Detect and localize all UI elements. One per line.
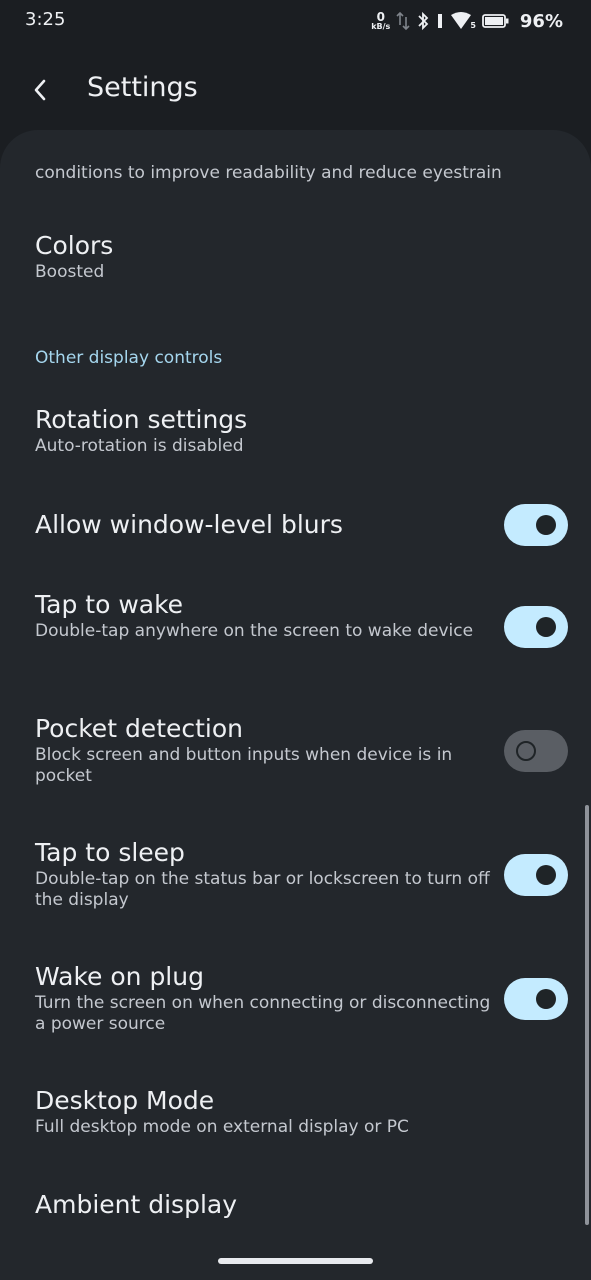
colors-item[interactable]: Colors Boosted (35, 230, 505, 283)
settings-list[interactable]: conditions to improve readability and re… (0, 130, 591, 1280)
toggle-thumb (536, 989, 556, 1009)
pocket-detection-title: Pocket detection (35, 714, 244, 743)
pocket-detection-item[interactable]: Pocket detection Block screen and button… (35, 713, 505, 787)
status-icons: 0 kB/s 5 96% (371, 8, 563, 34)
toggle-thumb (516, 741, 536, 761)
status-time: 3:25 (25, 9, 66, 30)
window-blurs-item[interactable]: Allow window-level blurs (35, 509, 505, 541)
pocket-detection-summary: Block screen and button inputs when devi… (35, 745, 453, 786)
chevron-left-icon (34, 79, 46, 101)
colors-title: Colors (35, 231, 114, 260)
desktop-mode-summary: Full desktop mode on external display or… (35, 1117, 409, 1137)
ambient-display-title: Ambient display (35, 1190, 238, 1219)
tap-to-sleep-item[interactable]: Tap to sleep Double-tap on the status ba… (35, 837, 505, 911)
toggle-thumb (536, 617, 556, 637)
rotation-settings-title: Rotation settings (35, 405, 248, 434)
back-button[interactable] (22, 72, 58, 108)
gesture-nav-handle[interactable] (218, 1258, 373, 1264)
pocket-detection-toggle[interactable] (504, 730, 568, 772)
wake-on-plug-toggle[interactable] (504, 978, 568, 1020)
tap-to-wake-toggle[interactable] (504, 606, 568, 648)
tap-to-wake-summary: Double-tap anywhere on the screen to wak… (35, 621, 474, 641)
section-header-other-display-controls: Other display controls (35, 348, 223, 368)
colors-summary: Boosted (35, 262, 105, 282)
wifi-icon (451, 12, 472, 29)
battery-icon (482, 14, 509, 28)
app-bar: Settings (0, 60, 591, 118)
window-blurs-toggle[interactable] (504, 504, 568, 546)
wake-on-plug-title: Wake on plug (35, 962, 204, 991)
toggle-thumb (536, 865, 556, 885)
page-title: Settings (87, 72, 198, 103)
toggle-thumb (536, 515, 556, 535)
tap-to-sleep-summary: Double-tap on the status bar or lockscre… (35, 869, 490, 910)
ambient-display-item[interactable]: Ambient display (35, 1189, 505, 1221)
network-speed: 0 kB/s (371, 10, 391, 31)
wifi-signal: 5 (450, 12, 476, 30)
status-bar: 3:25 0 kB/s 5 96% (0, 0, 591, 44)
desktop-mode-title: Desktop Mode (35, 1086, 215, 1115)
rotation-settings-item[interactable]: Rotation settings Auto-rotation is disab… (35, 404, 505, 457)
rotation-settings-summary: Auto-rotation is disabled (35, 436, 244, 456)
tap-to-sleep-toggle[interactable] (504, 854, 568, 896)
tap-to-wake-item[interactable]: Tap to wake Double-tap anywhere on the s… (35, 589, 505, 642)
wake-on-plug-item[interactable]: Wake on plug Turn the screen on when con… (35, 961, 505, 1035)
battery-percent: 96% (519, 10, 563, 32)
vibrate-icon (438, 14, 443, 28)
scrollbar[interactable] (585, 805, 589, 1225)
window-blurs-title: Allow window-level blurs (35, 510, 343, 539)
bluetooth-icon (418, 11, 429, 31)
data-arrows-icon (396, 11, 410, 31)
previous-item-summary: conditions to improve readability and re… (35, 163, 502, 183)
wake-on-plug-summary: Turn the screen on when connecting or di… (35, 993, 491, 1034)
tap-to-wake-title: Tap to wake (35, 590, 184, 619)
desktop-mode-item[interactable]: Desktop Mode Full desktop mode on extern… (35, 1085, 505, 1138)
tap-to-sleep-title: Tap to sleep (35, 838, 185, 867)
